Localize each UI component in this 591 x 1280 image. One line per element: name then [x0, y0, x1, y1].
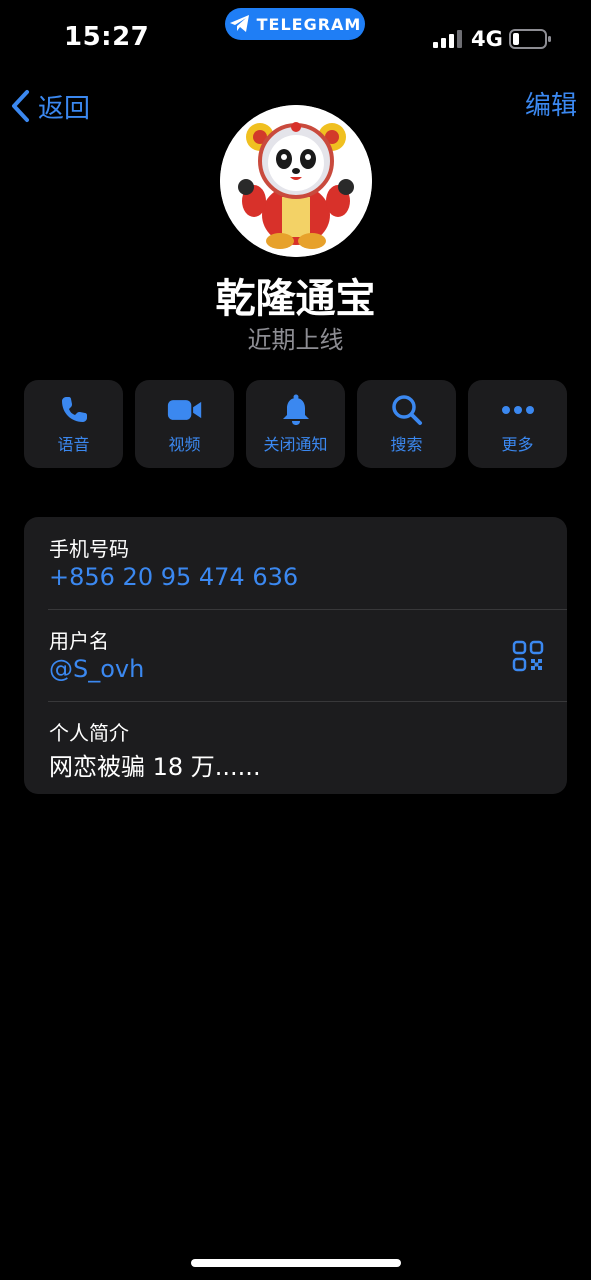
mute-notifications-button[interactable]: 关闭通知: [246, 380, 345, 468]
chevron-left-icon: [12, 90, 29, 122]
profile-last-seen: 近期上线: [247, 326, 344, 354]
battery-icon: [509, 29, 551, 49]
search-icon: [389, 393, 425, 427]
voice-call-button[interactable]: 语音: [24, 380, 123, 468]
home-indicator[interactable]: [191, 1259, 401, 1267]
more-label: 更多: [501, 435, 534, 454]
phone-icon: [56, 393, 92, 427]
phone-number[interactable]: +856 20 95 474 636: [49, 563, 298, 591]
video-camera-icon: [167, 393, 203, 427]
username-row[interactable]: 用户名 @S_ovh: [24, 609, 567, 701]
bell-icon: [278, 393, 314, 427]
telegram-pill[interactable]: TELEGRAM: [225, 8, 365, 40]
username-label: 用户名: [49, 629, 109, 653]
edit-button[interactable]: 编辑: [525, 86, 577, 126]
telegram-pill-label: TELEGRAM: [256, 14, 362, 34]
more-button[interactable]: 更多: [468, 380, 567, 468]
status-bar: 15:27 TELEGRAM 4G: [0, 0, 591, 70]
telegram-plane-icon: [229, 15, 249, 32]
bio-text: 网恋被骗 18 万......: [49, 753, 261, 781]
video-call-button[interactable]: 视频: [135, 380, 234, 468]
avatar[interactable]: [220, 105, 372, 257]
phone-row[interactable]: 手机号码 +856 20 95 474 636: [24, 517, 567, 609]
network-type: 4G: [471, 27, 503, 51]
phone-label: 手机号码: [49, 537, 129, 561]
status-time: 15:27: [64, 22, 150, 52]
signal-bars-icon: [433, 30, 462, 48]
profile-info-card: 手机号码 +856 20 95 474 636 用户名 @S_ovh 个人简介 …: [24, 517, 567, 794]
back-button[interactable]: 返回: [10, 86, 90, 126]
bio-row: 个人简介 网恋被骗 18 万......: [24, 701, 567, 793]
mute-notifications-label: 关闭通知: [263, 435, 328, 454]
back-label: 返回: [38, 93, 91, 124]
more-dots-icon: [500, 393, 536, 427]
video-call-label: 视频: [168, 435, 201, 454]
voice-call-label: 语音: [57, 435, 90, 454]
search-label: 搜索: [390, 435, 423, 454]
username-value[interactable]: @S_ovh: [49, 655, 144, 683]
profile-name: 乾隆通宝: [215, 276, 376, 322]
bio-label: 个人简介: [49, 721, 129, 745]
qr-code-icon[interactable]: [512, 640, 544, 672]
panda-astronaut-avatar-image: [220, 105, 372, 257]
search-button[interactable]: 搜索: [357, 380, 456, 468]
action-buttons-row: 语音 视频 关闭通知 搜索 更多: [24, 380, 567, 468]
